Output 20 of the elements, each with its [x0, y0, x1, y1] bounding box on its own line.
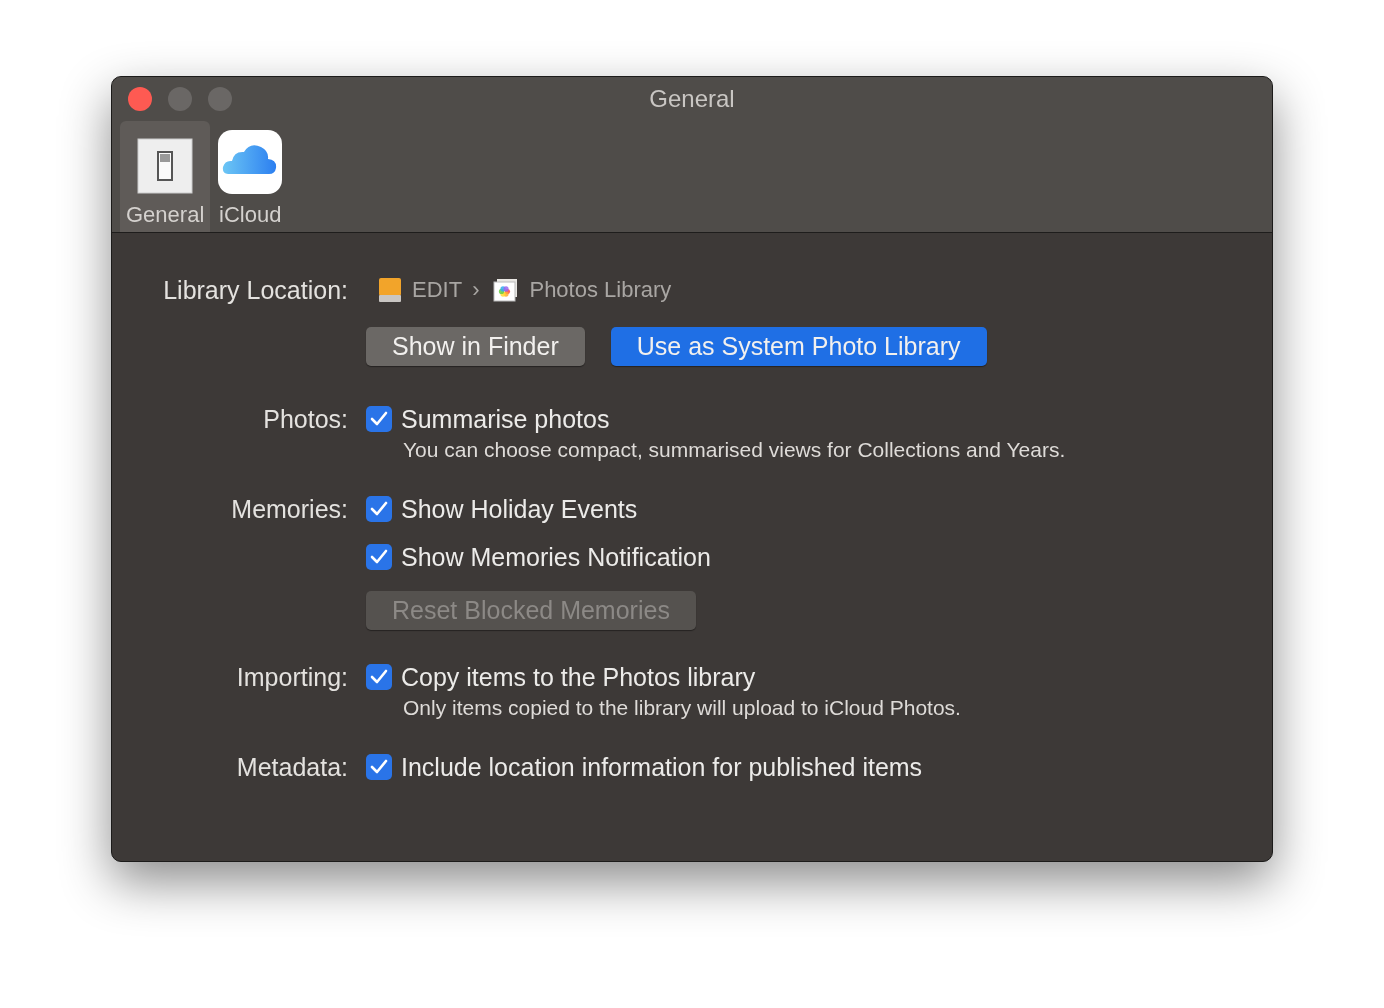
section-label: Importing: [235, 662, 348, 693]
section-label: Memories: [230, 494, 348, 525]
checkbox-row[interactable]: Copy items to the Photos library [366, 660, 961, 694]
window-title: General [649, 85, 735, 113]
toolbar-tab[interactable]: General [120, 121, 211, 232]
toolbar-tab[interactable]: iCloud [212, 121, 289, 232]
section-label: Metadata: [235, 752, 348, 783]
path-separator: › [472, 277, 480, 303]
path-item: Photos Library [529, 277, 672, 303]
push-button[interactable]: Show in Finder [366, 327, 585, 366]
description-text: Only items copied to the library will upload to iCloud Photos. [402, 696, 961, 720]
checkbox-row[interactable]: Show Holiday Events [366, 492, 638, 526]
checkbox-row[interactable]: Include location information for published items [366, 750, 923, 784]
checkbox-row[interactable]: Summarise photos [366, 402, 1066, 436]
push-button[interactable]: Use as System Photo Library [610, 327, 987, 366]
description-text: You can choose compact, summarised views for Collections and Years. [402, 438, 1066, 462]
field-label: Library Location: [162, 275, 348, 306]
section-label: Photos: [262, 404, 348, 435]
path-item: EDIT [412, 277, 463, 303]
checkbox-row[interactable]: Show Memories Notification [366, 540, 711, 574]
